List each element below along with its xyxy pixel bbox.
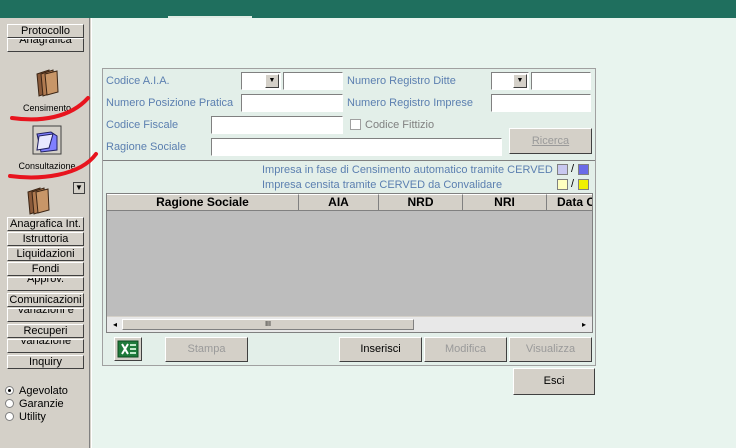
column-header[interactable]: NRD xyxy=(379,194,463,211)
nav-label: Anagrafica Int. xyxy=(10,218,81,230)
nav-recuperi[interactable]: Recuperi xyxy=(7,324,84,338)
legend-cream-swatch xyxy=(557,179,568,190)
nav-istruttoria[interactable]: Istruttoria xyxy=(7,232,84,246)
nav-label: Anagrafica xyxy=(19,38,72,46)
nav-label: Protocollo xyxy=(21,25,70,37)
radio-dot xyxy=(5,399,14,408)
scroll-thumb[interactable]: III xyxy=(122,319,414,330)
numero-registro-ditte-label: Numero Registro Ditte xyxy=(347,75,456,87)
nav-label: Variazioni e xyxy=(17,308,74,316)
legend-censimento-label: Impresa in fase di Censimento automatico… xyxy=(262,164,553,176)
ricerca-button[interactable]: Ricerca xyxy=(509,128,592,154)
registro-ditte-input[interactable] xyxy=(531,72,591,90)
registro-imprese-input[interactable] xyxy=(491,94,591,112)
esci-button[interactable]: Esci xyxy=(513,368,595,395)
folder-icon xyxy=(27,187,50,215)
codice-aia-label: Codice A.I.A. xyxy=(106,75,170,87)
nav-approv[interactable]: Approv. xyxy=(7,277,84,291)
nav-label: Recuperi xyxy=(23,325,68,337)
codice-fittizio-checkbox[interactable] xyxy=(350,119,361,130)
radio-label: Agevolato xyxy=(19,384,68,397)
column-header[interactable]: Ragione Sociale xyxy=(107,194,299,211)
nav-variazione-status[interactable]: Variazione xyxy=(7,339,84,353)
legend-blue-swatch xyxy=(578,164,589,175)
form-divider xyxy=(103,160,595,161)
visualizza-button[interactable]: Visualizza xyxy=(509,337,592,362)
nav-label: Fondi xyxy=(31,263,60,275)
nav-label: Approv. xyxy=(26,277,65,285)
inserisci-button[interactable]: Inserisci xyxy=(339,337,422,362)
codice-aia-input[interactable] xyxy=(283,72,343,90)
nav-label: Istruttoria xyxy=(22,233,69,245)
nav-inquiry[interactable]: Inquiry xyxy=(7,355,84,369)
results-grid[interactable]: Ragione Sociale AIA NRD NRI Data C ◂ III… xyxy=(106,193,593,333)
scroll-left-icon[interactable]: ◂ xyxy=(109,319,121,331)
radio-utility[interactable]: Utility xyxy=(5,410,68,423)
codice-fiscale-label: Codice Fiscale xyxy=(106,119,179,131)
codice-aia-combo[interactable]: ▼ xyxy=(241,72,281,90)
excel-export-button[interactable] xyxy=(114,337,142,361)
censimento-label: Censimento xyxy=(22,103,72,113)
mode-radio-group: Agevolato Garanzie Utility xyxy=(5,384,68,423)
nav-protocollo[interactable]: Protocollo xyxy=(7,24,84,38)
chevron-down-icon[interactable]: ▼ xyxy=(265,74,279,88)
nav-anagrafica[interactable]: Anagrafica xyxy=(7,38,84,52)
legend-separator: / xyxy=(571,178,575,190)
extra-folder-button[interactable] xyxy=(8,184,68,219)
numero-posizione-label: Numero Posizione Pratica xyxy=(106,97,234,109)
nav-label: Comunicazioni xyxy=(9,294,82,306)
radio-label: Garanzie xyxy=(19,397,64,410)
folder-icon xyxy=(36,69,59,97)
legend-yellow-swatch xyxy=(578,179,589,190)
consultazione-button[interactable]: Consultazione xyxy=(8,124,86,171)
title-bar xyxy=(0,0,736,18)
radio-label: Utility xyxy=(19,410,46,423)
legend-convalidare-label: Impresa censita tramite CERVED da Conval… xyxy=(262,179,503,191)
column-header[interactable]: AIA xyxy=(299,194,379,211)
scroll-grip: III xyxy=(265,321,271,328)
chevron-down-icon[interactable]: ▼ xyxy=(73,182,85,194)
chevron-down-icon[interactable]: ▼ xyxy=(513,74,527,88)
nav-comunicazioni[interactable]: Comunicazioni xyxy=(7,293,84,307)
ragione-sociale-label: Ragione Sociale xyxy=(106,141,187,153)
codice-fittizio-label: Codice Fittizio xyxy=(365,119,435,131)
stampa-button[interactable]: Stampa xyxy=(165,337,248,362)
ragione-sociale-input[interactable] xyxy=(211,138,502,156)
radio-dot xyxy=(5,386,14,395)
modifica-button[interactable]: Modifica xyxy=(424,337,507,362)
codice-fiscale-input[interactable] xyxy=(211,116,343,134)
nav-label: Inquiry xyxy=(28,356,63,368)
nav-label: Variazione xyxy=(19,339,72,347)
consultazione-label: Consultazione xyxy=(18,161,76,171)
registro-ditte-combo[interactable]: ▼ xyxy=(491,72,529,90)
nav-label: Liquidazioni xyxy=(16,248,75,260)
radio-agevolato[interactable]: Agevolato xyxy=(5,384,68,397)
legend-lilac-swatch xyxy=(557,164,568,175)
legend-separator: / xyxy=(571,163,575,175)
nav-liquidazioni[interactable]: Liquidazioni xyxy=(7,247,84,261)
excel-icon xyxy=(117,340,139,358)
numero-registro-imprese-label: Numero Registro Imprese xyxy=(347,97,473,109)
column-header[interactable]: Data C xyxy=(547,194,592,211)
nav-variazioni[interactable]: Variazioni e xyxy=(7,308,84,322)
radio-garanzie[interactable]: Garanzie xyxy=(5,397,68,410)
horizontal-scrollbar[interactable]: ◂ III ▸ xyxy=(107,316,592,332)
radio-dot xyxy=(5,412,14,421)
open-folder-icon xyxy=(32,125,62,155)
scroll-right-icon[interactable]: ▸ xyxy=(578,319,590,331)
nav-fondi[interactable]: Fondi xyxy=(7,262,84,276)
column-header[interactable]: NRI xyxy=(463,194,547,211)
numero-posizione-input[interactable] xyxy=(241,94,343,112)
censimento-button[interactable]: Censimento xyxy=(8,66,86,113)
nav-anagrafica-int[interactable]: Anagrafica Int. xyxy=(7,217,84,231)
